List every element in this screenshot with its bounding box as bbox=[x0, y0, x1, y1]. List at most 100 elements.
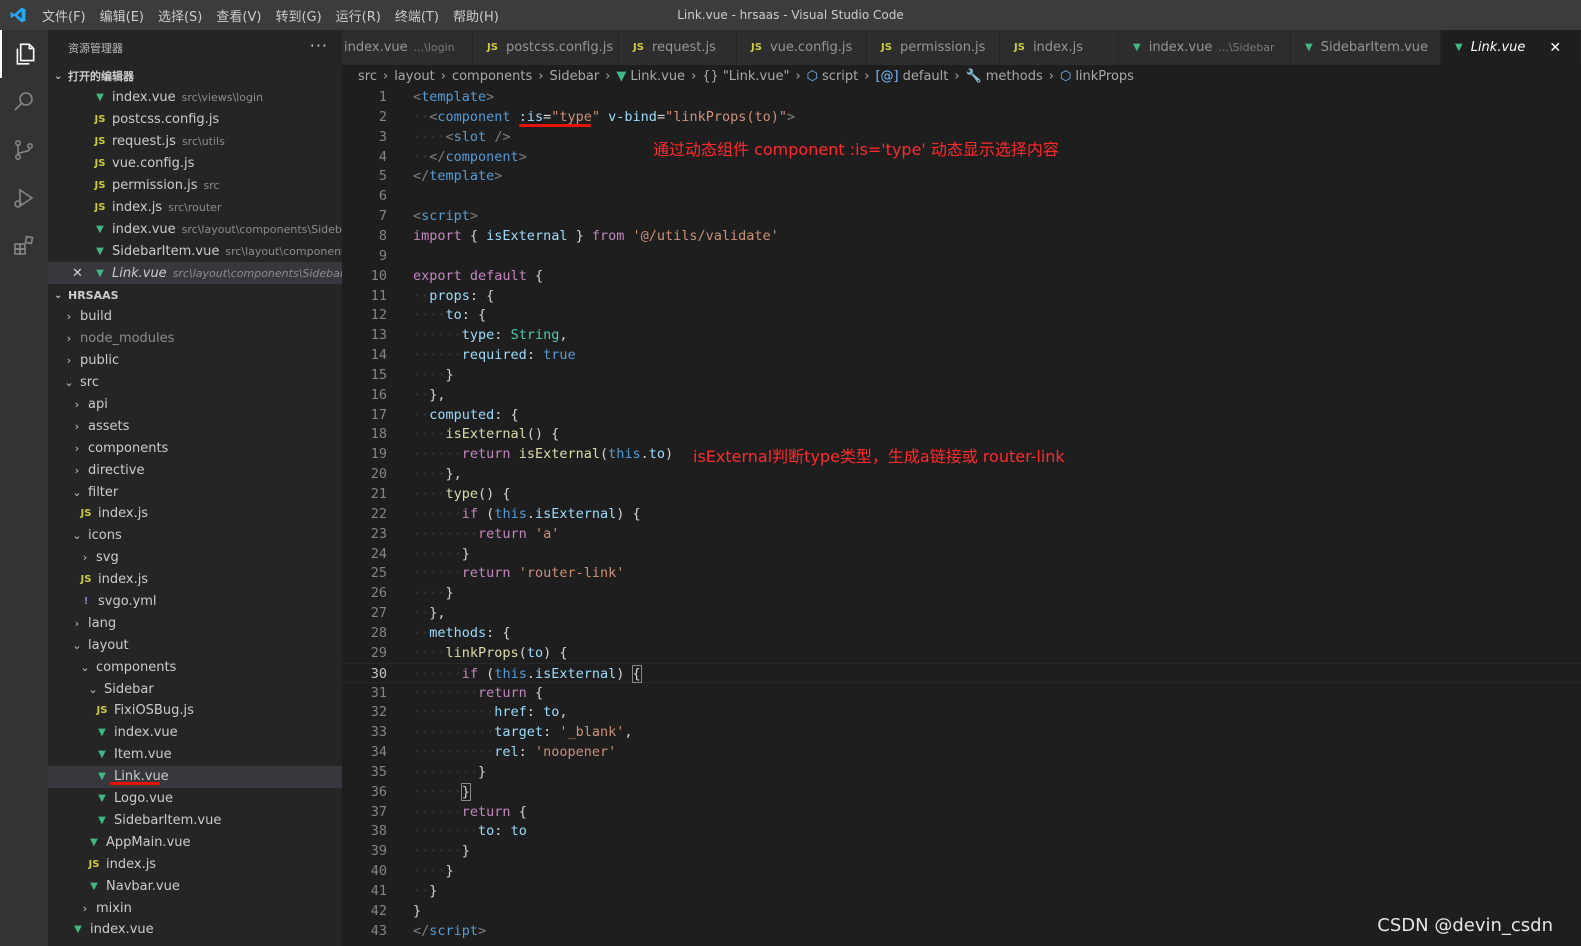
open-editors-header[interactable]: ⌄ 打开的编辑器 bbox=[48, 65, 342, 87]
folder-item[interactable]: › svg bbox=[48, 547, 342, 569]
editor-tab[interactable]: JS index.js bbox=[1000, 30, 1119, 65]
code-token: ······ bbox=[413, 347, 462, 364]
project-header[interactable]: ⌄ HRSAAS bbox=[48, 284, 342, 306]
open-editor-item[interactable]: JS vue.config.js bbox=[48, 153, 342, 175]
open-editor-item[interactable]: JS postcss.config.js bbox=[48, 109, 342, 131]
folder-item[interactable]: › build bbox=[48, 306, 342, 328]
code-token: ( bbox=[599, 446, 609, 463]
editor-tab[interactable]: JS postcss.config.js bbox=[473, 30, 619, 65]
breadcrumb-item[interactable]: linkProps bbox=[1075, 69, 1134, 84]
folder-item[interactable]: › assets bbox=[48, 415, 342, 437]
file-item[interactable]: JS FixiOSBug.js bbox=[48, 700, 342, 722]
folder-item[interactable]: › node_modules bbox=[48, 328, 342, 350]
breadcrumb-item[interactable]: Link.vue bbox=[630, 69, 685, 84]
code-token: computed bbox=[429, 406, 495, 423]
file-item[interactable]: ▼ SidebarItem.vue bbox=[48, 810, 342, 832]
code-token: type bbox=[461, 327, 495, 344]
code-token: String bbox=[510, 327, 560, 344]
breadcrumb-item[interactable]: script bbox=[822, 69, 858, 84]
run-debug-icon[interactable] bbox=[0, 174, 48, 222]
menu-item[interactable]: 转到(G) bbox=[275, 6, 321, 25]
editor-tab[interactable]: JS permission.js bbox=[867, 30, 1000, 65]
code-line: 22 ······if (this.isExternal) { bbox=[342, 504, 1581, 524]
explorer-icon[interactable] bbox=[0, 30, 48, 78]
open-editors-label: 打开的编辑器 bbox=[68, 70, 134, 83]
open-editor-item[interactable]: JS index.js src\router bbox=[48, 196, 342, 218]
open-editor-item[interactable]: ▼ index.vue src\views\login bbox=[48, 87, 342, 109]
menu-item[interactable]: 编辑(E) bbox=[100, 6, 144, 25]
open-editor-item[interactable]: JS request.js src\utils bbox=[48, 131, 342, 153]
folder-item[interactable]: ⌄ src bbox=[48, 372, 342, 394]
annotation-underline bbox=[110, 782, 160, 785]
folder-item[interactable]: ⌄ Sidebar bbox=[48, 678, 342, 700]
menu-item[interactable]: 帮助(H) bbox=[453, 6, 499, 25]
folder-item[interactable]: › directive bbox=[48, 459, 342, 481]
file-item[interactable]: JS index.js bbox=[48, 569, 342, 591]
menu-item[interactable]: 文件(F) bbox=[42, 6, 86, 25]
editor-tab[interactable]: ▼ index.vue ...\Sidebar bbox=[1119, 30, 1291, 65]
open-editor-item[interactable]: ✕ ▼ Link.vue src\layout\components\Sidebar bbox=[48, 262, 342, 285]
code-token: this bbox=[608, 446, 641, 463]
close-icon[interactable]: ✕ bbox=[72, 266, 83, 281]
extensions-icon[interactable] bbox=[0, 222, 48, 270]
file-item[interactable]: ▼ Link.vue bbox=[48, 765, 342, 788]
folder-item[interactable]: ⌄ layout bbox=[48, 634, 342, 656]
search-icon[interactable] bbox=[0, 78, 48, 126]
menu-item[interactable]: 运行(R) bbox=[336, 6, 381, 25]
source-control-icon[interactable] bbox=[0, 126, 48, 174]
menu-item[interactable]: 查看(V) bbox=[216, 6, 261, 25]
editor-tab[interactable]: ▼ Link.vue ✕ bbox=[1441, 30, 1581, 65]
code-text: ········return { bbox=[413, 683, 543, 703]
breadcrumb-item[interactable]: components bbox=[452, 69, 532, 84]
folder-item[interactable]: › lang bbox=[48, 612, 342, 634]
code-line: 8 import { isExternal } from '@/utils/val… bbox=[342, 226, 1581, 246]
chevron-down-icon: ⌄ bbox=[88, 682, 98, 696]
file-item[interactable]: ▼ Navbar.vue bbox=[48, 875, 342, 897]
more-actions-icon[interactable]: ··· bbox=[310, 36, 328, 55]
editor-tab[interactable]: JS vue.config.js bbox=[737, 30, 867, 65]
folder-item[interactable]: ⌄ icons bbox=[48, 525, 342, 547]
folder-item[interactable]: › mixin bbox=[48, 897, 342, 919]
file-name: SidebarItem.vue bbox=[112, 243, 220, 259]
file-item[interactable]: ! svgo.yml bbox=[48, 591, 342, 613]
folder-item[interactable]: › components bbox=[48, 437, 342, 459]
open-editor-item[interactable]: ▼ index.vue src\layout\components\Sidebar bbox=[48, 218, 342, 240]
folder-item[interactable]: ⌄ components bbox=[48, 656, 342, 678]
breadcrumb-item[interactable]: Sidebar bbox=[549, 69, 599, 84]
js-file-icon: JS bbox=[94, 136, 106, 148]
code-token: < bbox=[413, 89, 422, 105]
code-editor[interactable]: 1 <template> 2 ··<component :is="type" v-bi… bbox=[342, 87, 1581, 946]
file-item[interactable]: JS index.js bbox=[48, 853, 342, 875]
vue-file-icon: ▼ bbox=[1133, 42, 1141, 53]
file-item[interactable]: JS index.js bbox=[48, 503, 342, 525]
tree-item-label: index.js bbox=[98, 572, 149, 588]
line-number: 39 bbox=[370, 843, 387, 860]
chevron-right-icon: › bbox=[74, 419, 80, 433]
file-item[interactable]: ▼ Item.vue bbox=[48, 744, 342, 766]
tab-label: postcss.config.js bbox=[505, 40, 614, 55]
folder-item[interactable]: ⌄ filter bbox=[48, 481, 342, 503]
file-item[interactable]: ▼ index.vue bbox=[48, 722, 342, 744]
folder-item[interactable]: › api bbox=[48, 394, 342, 416]
file-item[interactable]: ▼ index.vue bbox=[48, 919, 342, 941]
menu-item[interactable]: 选择(S) bbox=[158, 6, 202, 25]
editor-tab[interactable]: index.vue ...\login bbox=[342, 30, 473, 65]
editor-tab[interactable]: ▼ SidebarItem.vue bbox=[1291, 30, 1441, 65]
chevron-right-icon: › bbox=[66, 354, 72, 368]
file-item[interactable]: ▼ AppMain.vue bbox=[48, 831, 342, 853]
code-token: ·········· bbox=[413, 704, 495, 721]
menu-item[interactable]: 终端(T) bbox=[395, 6, 439, 25]
chevron-right-icon: › bbox=[74, 441, 80, 455]
breadcrumb-item[interactable]: methods bbox=[986, 69, 1043, 84]
folder-item[interactable]: › public bbox=[48, 350, 342, 372]
breadcrumb-item[interactable]: "Link.vue" bbox=[723, 69, 790, 84]
file-item[interactable]: ▼ Logo.vue bbox=[48, 788, 342, 810]
editor-tab[interactable]: JS request.js bbox=[619, 30, 737, 65]
open-editor-item[interactable]: ▼ SidebarItem.vue src\layout\components\..… bbox=[48, 240, 342, 262]
code-line: 1 <template> bbox=[342, 87, 1581, 107]
open-editor-item[interactable]: JS permission.js src bbox=[48, 175, 342, 197]
breadcrumb-item[interactable]: src bbox=[358, 69, 377, 84]
breadcrumb-item[interactable]: layout bbox=[394, 69, 435, 84]
breadcrumb-item[interactable]: default bbox=[903, 69, 949, 84]
close-icon[interactable]: ✕ bbox=[1549, 40, 1561, 56]
